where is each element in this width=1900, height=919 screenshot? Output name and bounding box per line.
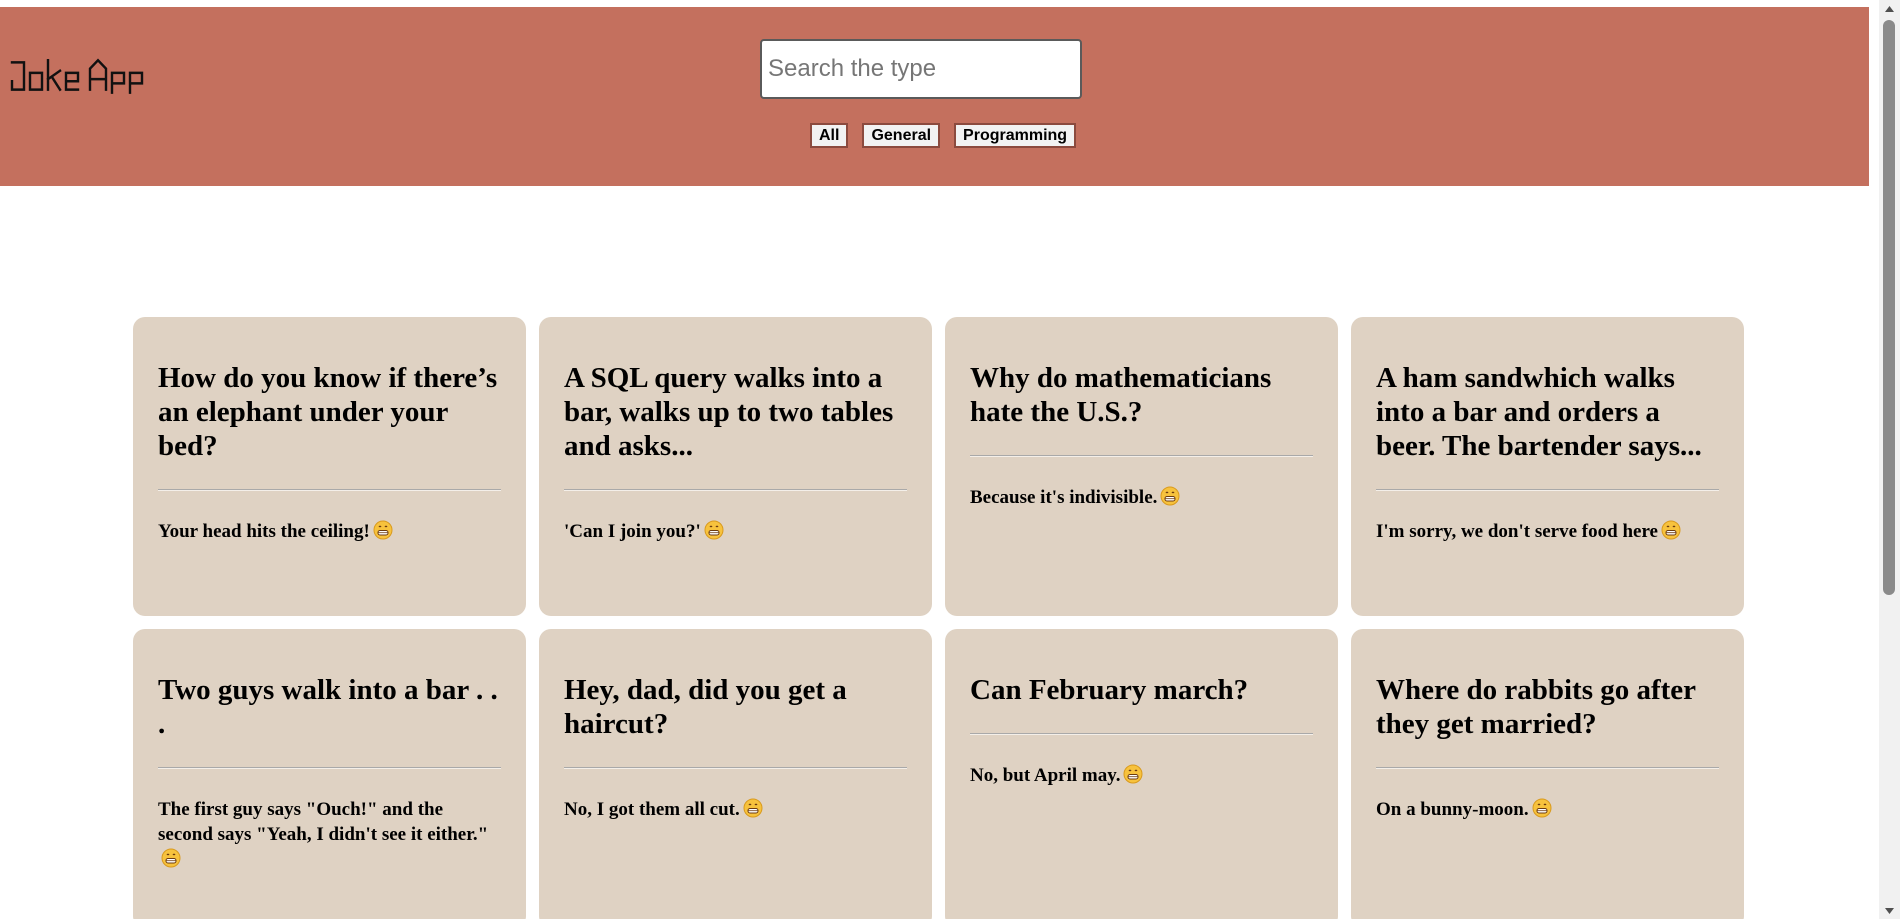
divider bbox=[564, 767, 907, 769]
joke-setup: Two guys walk into a bar . . . bbox=[158, 674, 498, 740]
divider bbox=[158, 767, 501, 769]
joke-punchline: I'm sorry, we don't serve food here bbox=[1376, 519, 1719, 544]
joke-card: A SQL query walks into a bar, walks up t… bbox=[539, 317, 932, 616]
grinning-face-icon bbox=[373, 520, 393, 540]
joke-card: Where do rabbits go after they get marri… bbox=[1351, 629, 1744, 919]
logo bbox=[10, 58, 150, 94]
joke-punchline: No, I got them all cut. bbox=[564, 797, 907, 822]
joke-setup: How do you know if there’s an elephant u… bbox=[158, 362, 498, 462]
grinning-face-icon bbox=[704, 520, 724, 540]
grinning-face-icon bbox=[1661, 520, 1681, 540]
joke-grid: How do you know if there’s an elephant u… bbox=[133, 317, 1744, 919]
page: All General Programming How do you know … bbox=[0, 0, 1900, 919]
joke-punchline: 'Can I join you?' bbox=[564, 519, 907, 544]
grinning-face-icon bbox=[1123, 764, 1143, 784]
divider bbox=[1376, 767, 1719, 769]
filter-general-button[interactable]: General bbox=[862, 123, 941, 148]
joke-setup: A ham sandwhich walks into a bar and ord… bbox=[1376, 362, 1702, 462]
filter-programming-button[interactable]: Programming bbox=[954, 123, 1077, 148]
joke-card: Why do mathematicians hate the U.S.? Bec… bbox=[945, 317, 1338, 616]
joke-punchline: Because it's indivisible. bbox=[970, 485, 1313, 510]
divider bbox=[970, 455, 1313, 457]
joke-setup: Hey, dad, did you get a haircut? bbox=[564, 674, 847, 740]
grinning-face-icon bbox=[1160, 486, 1180, 506]
grinning-face-icon bbox=[1532, 798, 1552, 818]
divider bbox=[1376, 489, 1719, 491]
vertical-scrollbar[interactable] bbox=[1879, 0, 1900, 919]
divider bbox=[970, 733, 1313, 735]
grinning-face-icon bbox=[161, 848, 181, 868]
joke-punchline: On a bunny-moon. bbox=[1376, 797, 1719, 822]
joke-setup: Can February march? bbox=[970, 674, 1249, 706]
search-input[interactable] bbox=[760, 39, 1082, 99]
scroll-up-arrow-icon[interactable] bbox=[1879, 0, 1900, 17]
header: All General Programming bbox=[0, 7, 1869, 186]
filter-buttons: All General Programming bbox=[810, 123, 1077, 148]
divider bbox=[564, 489, 907, 491]
joke-punchline: Your head hits the ceiling! bbox=[158, 519, 501, 544]
divider bbox=[158, 489, 501, 491]
joke-card: Can February march? No, but April may. bbox=[945, 629, 1338, 919]
joke-card: Two guys walk into a bar . . . The first… bbox=[133, 629, 526, 919]
joke-setup: Where do rabbits go after they get marri… bbox=[1376, 674, 1696, 740]
grinning-face-icon bbox=[743, 798, 763, 818]
filter-all-button[interactable]: All bbox=[810, 123, 849, 148]
joke-card: A ham sandwhich walks into a bar and ord… bbox=[1351, 317, 1744, 616]
joke-card: How do you know if there’s an elephant u… bbox=[133, 317, 526, 616]
joke-card: Hey, dad, did you get a haircut? No, I g… bbox=[539, 629, 932, 919]
joke-setup: Why do mathematicians hate the U.S.? bbox=[970, 362, 1272, 428]
logo-mark bbox=[10, 58, 144, 94]
joke-punchline: The first guy says "Ouch!" and the secon… bbox=[158, 797, 501, 872]
scroll-thumb[interactable] bbox=[1883, 20, 1895, 595]
scroll-down-arrow-icon[interactable] bbox=[1879, 902, 1900, 919]
joke-punchline: No, but April may. bbox=[970, 763, 1313, 788]
joke-setup: A SQL query walks into a bar, walks up t… bbox=[564, 362, 894, 462]
